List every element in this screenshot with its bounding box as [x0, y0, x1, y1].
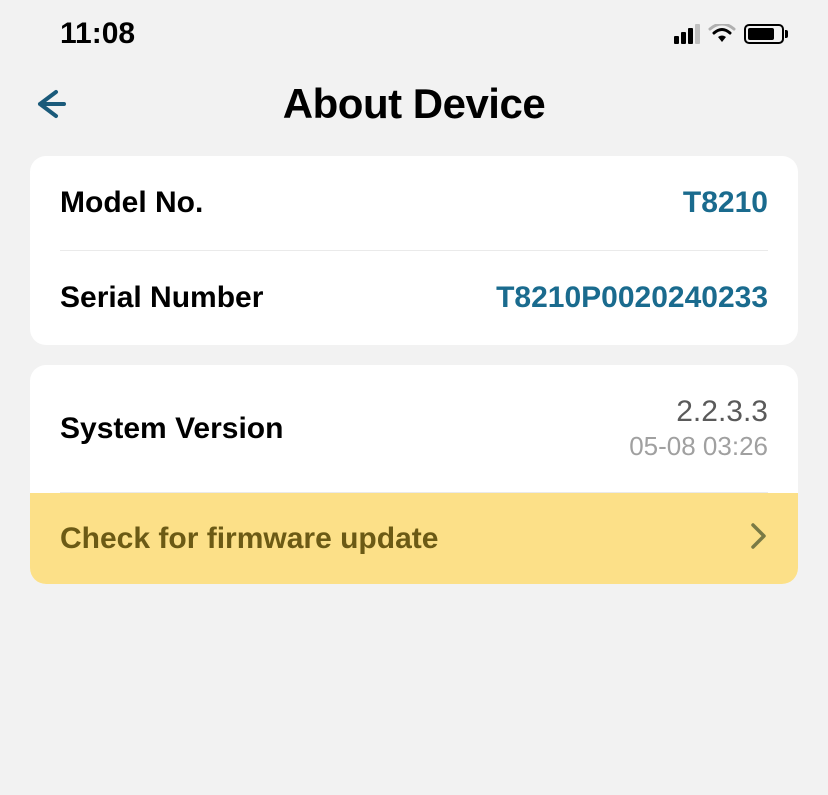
battery-icon: [744, 24, 788, 44]
device-info-card: Model No. T8210 Serial Number T8210P0020…: [30, 156, 798, 345]
serial-row: Serial Number T8210P0020240233: [30, 251, 798, 345]
status-icons: [674, 24, 788, 44]
status-bar: 11:08: [0, 0, 828, 60]
arrow-left-icon: [30, 84, 70, 124]
system-version-value-stack: 2.2.3.3 05-08 03:26: [629, 395, 768, 462]
system-version-row: System Version 2.2.3.3 05-08 03:26: [30, 365, 798, 492]
system-version-date: 05-08 03:26: [629, 431, 768, 462]
model-label: Model No.: [60, 186, 203, 220]
status-time: 11:08: [60, 17, 135, 51]
check-firmware-update-button[interactable]: Check for firmware update: [30, 493, 798, 584]
chevron-right-icon: [750, 521, 768, 556]
serial-value: T8210P0020240233: [496, 281, 768, 315]
page-header: About Device: [0, 60, 828, 156]
page-title: About Device: [30, 80, 798, 128]
check-firmware-update-label: Check for firmware update: [60, 522, 438, 556]
back-button[interactable]: [30, 84, 70, 124]
cellular-signal-icon: [674, 24, 700, 44]
model-value: T8210: [683, 186, 768, 220]
system-version-value: 2.2.3.3: [676, 395, 768, 429]
serial-label: Serial Number: [60, 281, 263, 315]
system-version-label: System Version: [60, 412, 283, 446]
model-row: Model No. T8210: [30, 156, 798, 250]
wifi-icon: [708, 24, 736, 44]
system-card: System Version 2.2.3.3 05-08 03:26 Check…: [30, 365, 798, 584]
